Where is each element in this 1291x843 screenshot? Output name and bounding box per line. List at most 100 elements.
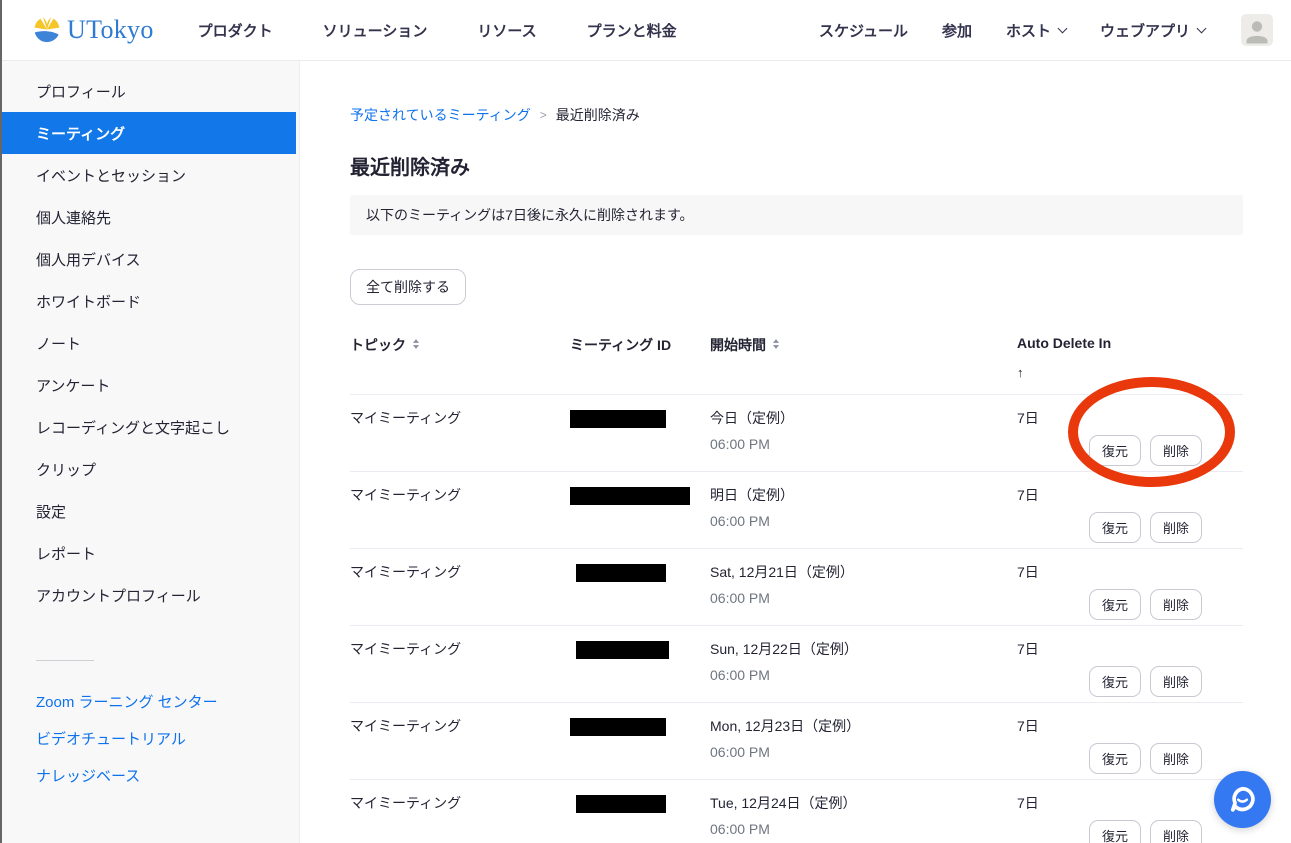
table-row: マイミーティング Sun, 12月22日（定例） 06:00 PM 7日 復元 … (350, 625, 1243, 702)
sidebar-item[interactable]: レコーディングと文字起こし (0, 406, 299, 448)
row-actions: 復元 削除 (1089, 666, 1202, 697)
breadcrumb: 予定されているミーティング > 最近削除済み (350, 105, 1243, 125)
start-date: 明日（定例） (710, 485, 1017, 505)
sort-icon (413, 339, 419, 349)
table-row: マイミーティング 今日（定例） 06:00 PM 7日 復元 削除 (350, 394, 1243, 471)
sidebar-item[interactable]: アカウントプロフィール (0, 574, 299, 616)
sidebar-item[interactable]: ミーティング (0, 112, 296, 154)
sidebar-item[interactable]: ホワイトボード (0, 280, 299, 322)
deleted-meetings-table: トピック ミーティング ID 開始時間 Auto Delete In ↑ マイミ… (350, 335, 1243, 843)
sidebar-item[interactable]: プロフィール (0, 70, 299, 112)
restore-button[interactable]: 復元 (1089, 435, 1141, 466)
delete-button[interactable]: 削除 (1150, 435, 1202, 466)
delete-button[interactable]: 削除 (1150, 820, 1202, 843)
delete-button[interactable]: 削除 (1150, 589, 1202, 620)
sidebar-item[interactable]: レポート (0, 532, 299, 574)
primary-nav-item[interactable]: リソース (477, 20, 536, 41)
primary-nav-item[interactable]: プロダクト (198, 20, 273, 41)
chat-support-button[interactable] (1214, 771, 1271, 828)
redacted-meeting-id (576, 795, 666, 813)
secondary-nav-item[interactable]: ウェブアプリ (1100, 20, 1205, 41)
sidebar-item[interactable]: 個人用デバイス (0, 238, 299, 280)
primary-nav-item[interactable]: プランと料金 (587, 20, 677, 41)
sidebar-item[interactable]: 個人連絡先 (0, 196, 299, 238)
sidebar-item[interactable]: イベントとセッション (0, 154, 299, 196)
deletion-notice-banner: 以下のミーティングは7日後に永久に削除されます。 (350, 195, 1243, 235)
table-row: マイミーティング Sat, 12月21日（定例） 06:00 PM 7日 復元 … (350, 548, 1243, 625)
start-date: Sat, 12月21日（定例） (710, 562, 1017, 582)
topic-cell: マイミーティング (350, 716, 570, 779)
start-time: 06:00 PM (710, 821, 1017, 837)
breadcrumb-upcoming-meetings-link[interactable]: 予定されているミーティング (350, 105, 531, 125)
utokyo-logo[interactable]: UTokyo (30, 13, 154, 47)
secondary-nav-item[interactable]: 参加 (942, 20, 972, 41)
utokyo-ginkgo-icon (30, 13, 64, 47)
sidebar-item[interactable]: ノート (0, 322, 299, 364)
sidebar-help-link[interactable]: ビデオチュートリアル (0, 720, 299, 757)
redacted-meeting-id (570, 718, 666, 736)
restore-button[interactable]: 復元 (1089, 743, 1141, 774)
redacted-meeting-id (570, 487, 690, 505)
row-actions: 復元 削除 (1089, 820, 1202, 843)
meeting-id-cell (570, 639, 710, 702)
primary-nav-item[interactable]: ソリューション (323, 20, 428, 41)
sort-ascending-icon: ↑ (1017, 365, 1167, 380)
topic-cell: マイミーティング (350, 485, 570, 548)
meeting-id-cell (570, 562, 710, 625)
sidebar: プロフィールミーティングイベントとセッション個人連絡先個人用デバイスホワイトボー… (0, 61, 300, 843)
start-time: 06:00 PM (710, 513, 1017, 529)
start-date: 今日（定例） (710, 408, 1017, 428)
row-actions: 復元 削除 (1089, 435, 1202, 466)
redacted-meeting-id (570, 410, 666, 428)
meeting-id-cell (570, 716, 710, 779)
sort-icon (773, 339, 779, 349)
delete-button[interactable]: 削除 (1150, 512, 1202, 543)
meeting-id-cell (570, 793, 710, 843)
restore-button[interactable]: 復元 (1089, 589, 1141, 620)
restore-button[interactable]: 復元 (1089, 512, 1141, 543)
top-header: UTokyo プロダクトソリューションリソースプランと料金 スケジュール 参加 … (0, 0, 1291, 61)
start-date: Mon, 12月23日（定例） (710, 716, 1017, 736)
delete-button[interactable]: 削除 (1150, 666, 1202, 697)
secondary-nav-item[interactable]: ホスト (1006, 20, 1066, 41)
sidebar-item[interactable]: クリップ (0, 448, 299, 490)
delete-button[interactable]: 削除 (1150, 743, 1202, 774)
topic-cell: マイミーティング (350, 408, 570, 471)
start-time-cell: Sat, 12月21日（定例） 06:00 PM (710, 562, 1017, 625)
start-time-cell: 明日（定例） 06:00 PM (710, 485, 1017, 548)
restore-button[interactable]: 復元 (1089, 666, 1141, 697)
start-date: Tue, 12月24日（定例） (710, 793, 1017, 813)
restore-button[interactable]: 復元 (1089, 820, 1141, 843)
logo-wordmark: UTokyo (67, 15, 154, 45)
start-time-cell: Sun, 12月22日（定例） 06:00 PM (710, 639, 1017, 702)
chevron-down-icon (1197, 24, 1207, 34)
sidebar-item[interactable]: 設定 (0, 490, 299, 532)
table-header-row: トピック ミーティング ID 開始時間 Auto Delete In ↑ (350, 335, 1243, 394)
delete-all-button[interactable]: 全て削除する (350, 269, 466, 305)
topic-cell: マイミーティング (350, 562, 570, 625)
sidebar-divider (36, 660, 94, 661)
start-time: 06:00 PM (710, 436, 1017, 452)
breadcrumb-separator: > (540, 108, 547, 122)
start-time: 06:00 PM (710, 667, 1017, 683)
start-time-cell: Mon, 12月23日（定例） 06:00 PM (710, 716, 1017, 779)
start-date: Sun, 12月22日（定例） (710, 639, 1017, 659)
column-start-time[interactable]: 開始時間 (710, 335, 1017, 380)
start-time: 06:00 PM (710, 744, 1017, 760)
breadcrumb-current: 最近削除済み (556, 105, 640, 125)
page-title: 最近削除済み (350, 151, 1243, 180)
sidebar-item[interactable]: アンケート (0, 364, 299, 406)
sidebar-help-link[interactable]: Zoom ラーニング センター (0, 683, 299, 720)
column-topic[interactable]: トピック (350, 335, 570, 380)
meeting-id-cell (570, 485, 710, 548)
column-meeting-id: ミーティング ID (570, 335, 710, 380)
user-avatar[interactable] (1241, 14, 1273, 46)
secondary-nav-item[interactable]: スケジュール (819, 20, 908, 41)
row-actions: 復元 削除 (1089, 589, 1202, 620)
redacted-meeting-id (576, 564, 666, 582)
column-auto-delete-in[interactable]: Auto Delete In ↑ (1017, 335, 1167, 380)
row-actions: 復元 削除 (1089, 512, 1202, 543)
redacted-meeting-id (576, 641, 669, 659)
sidebar-help-link[interactable]: ナレッジベース (0, 757, 299, 794)
row-actions: 復元 削除 (1089, 743, 1202, 774)
